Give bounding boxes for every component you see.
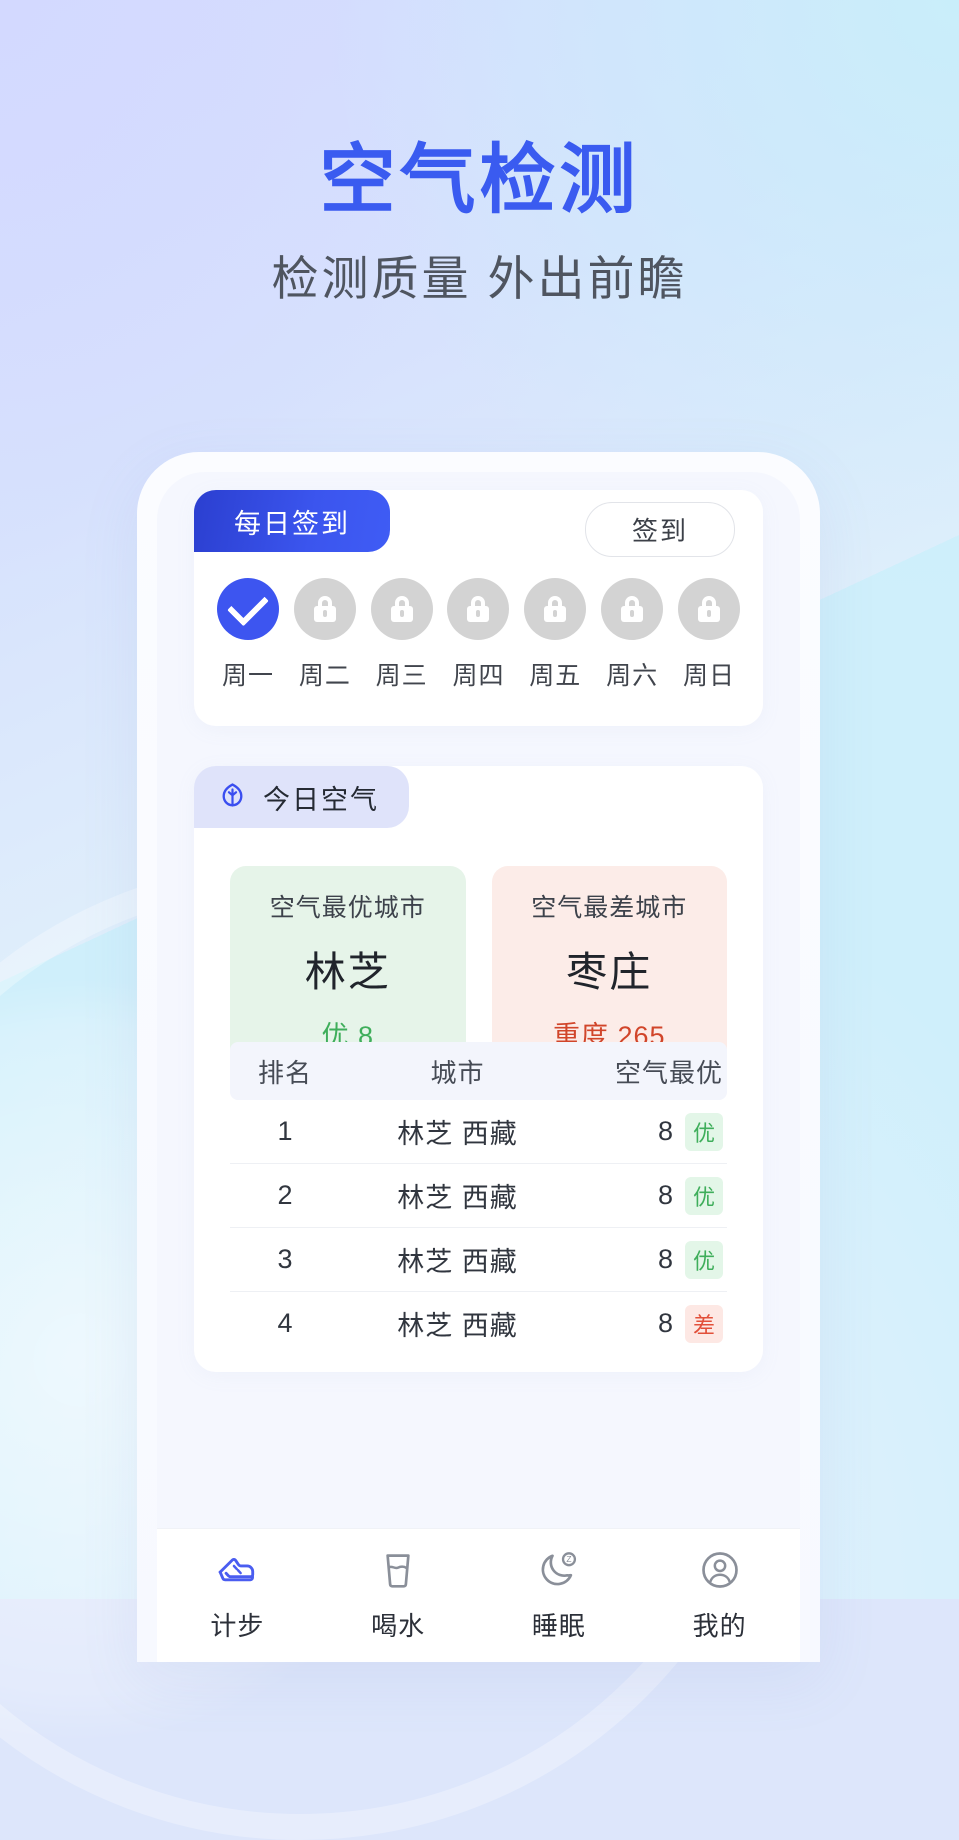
day-label: 周三 xyxy=(375,662,428,690)
row-aqi: 8 xyxy=(657,1308,673,1338)
lock-icon xyxy=(390,596,413,622)
sign-in-button[interactable]: 签到 xyxy=(585,502,735,557)
day-status-circle xyxy=(217,578,279,640)
bottom-navigation-bar: 计步 喝水 Z 睡眠 我的 xyxy=(157,1528,800,1662)
status-badge: 差 xyxy=(684,1304,723,1343)
page-title: 空气检测 xyxy=(319,138,640,223)
table-row[interactable]: 1 林芝 西藏 8 优 xyxy=(230,1100,727,1164)
nav-label: 喝水 xyxy=(371,1611,426,1641)
check-icon xyxy=(227,584,269,626)
checkin-day-monday[interactable]: 周一 xyxy=(216,578,280,692)
row-aqi: 8 xyxy=(657,1244,673,1274)
lock-icon xyxy=(313,596,336,622)
table-row[interactable]: 2 林芝 西藏 8 优 xyxy=(230,1164,727,1228)
day-label: 周日 xyxy=(682,662,735,690)
row-value: 8 差 xyxy=(575,1304,727,1343)
air-tab-header: 今日空气 xyxy=(194,766,409,828)
status-badge: 优 xyxy=(684,1240,723,1279)
lock-icon xyxy=(697,596,720,622)
phone-mockup: 每日签到 签到 周一 周二 周三 周四 周五 周六 周日 今日空气 空气最优城市… xyxy=(137,452,820,1662)
moon-sleep-icon: Z xyxy=(541,1552,576,1586)
leaf-icon xyxy=(222,782,243,807)
best-card-city: 林芝 xyxy=(304,949,391,995)
svg-text:Z: Z xyxy=(566,1554,571,1564)
lock-icon xyxy=(467,596,490,622)
checkin-day-thursday[interactable]: 周四 xyxy=(446,578,510,692)
user-profile-icon xyxy=(701,1552,738,1588)
page-subtitle: 检测质量 外出前瞻 xyxy=(271,252,688,305)
nav-label: 计步 xyxy=(210,1611,265,1641)
worst-card-title: 空气最差城市 xyxy=(531,894,688,922)
checkin-day-friday[interactable]: 周五 xyxy=(523,578,587,692)
day-status-circle xyxy=(677,578,740,640)
row-city: 林芝 西藏 xyxy=(397,1183,518,1213)
day-status-circle xyxy=(601,578,664,640)
day-status-circle xyxy=(524,578,587,640)
phone-screen: 每日签到 签到 周一 周二 周三 周四 周五 周六 周日 今日空气 空气最优城市… xyxy=(157,472,800,1662)
row-rank: 2 xyxy=(277,1180,293,1210)
air-ranking-table: 排名 城市 空气最优 1 林芝 西藏 8 优 2 林芝 西藏 8 优 3 林芝 … xyxy=(230,1042,727,1355)
status-badge: 优 xyxy=(684,1176,723,1215)
row-value: 8 优 xyxy=(575,1176,727,1215)
checkin-day-tuesday[interactable]: 周二 xyxy=(293,578,357,692)
row-value: 8 优 xyxy=(575,1240,727,1279)
checkin-day-saturday[interactable]: 周六 xyxy=(600,578,664,692)
row-value: 8 优 xyxy=(575,1112,727,1151)
today-air-card: 今日空气 空气最优城市 林芝 优 8 空气最差城市 枣庄 重度 265 排名 城… xyxy=(194,766,763,1372)
checkin-day-sunday[interactable]: 周日 xyxy=(677,578,741,692)
hero-section: 空气检测 检测质量 外出前瞻 xyxy=(0,138,959,305)
table-row[interactable]: 4 林芝 西藏 8 差 xyxy=(230,1292,727,1355)
worst-card-city: 枣庄 xyxy=(566,949,653,995)
header-rank: 排名 xyxy=(257,1057,312,1088)
row-rank: 1 xyxy=(277,1116,293,1146)
day-label: 周二 xyxy=(298,662,351,690)
nav-item-sleep[interactable]: Z 睡眠 xyxy=(479,1547,640,1643)
nav-label: 睡眠 xyxy=(531,1611,586,1641)
checkin-days-row: 周一 周二 周三 周四 周五 周六 周日 xyxy=(216,578,741,692)
day-label: 周五 xyxy=(529,662,582,690)
row-city: 林芝 西藏 xyxy=(397,1119,518,1149)
nav-item-steps[interactable]: 计步 xyxy=(157,1547,318,1643)
checkin-tab-label: 每日签到 xyxy=(194,490,390,552)
row-aqi: 8 xyxy=(657,1180,673,1210)
header-city: 城市 xyxy=(430,1057,485,1088)
day-status-circle xyxy=(370,578,433,640)
table-header-row: 排名 城市 空气最优 xyxy=(230,1042,727,1100)
water-glass-icon xyxy=(386,1554,410,1588)
nav-label: 我的 xyxy=(692,1611,747,1641)
nav-item-profile[interactable]: 我的 xyxy=(639,1547,800,1643)
day-status-circle xyxy=(293,578,356,640)
row-city: 林芝 西藏 xyxy=(397,1311,518,1341)
row-rank: 3 xyxy=(277,1244,293,1274)
lock-icon xyxy=(621,596,644,622)
nav-item-water[interactable]: 喝水 xyxy=(318,1547,479,1643)
status-badge: 优 xyxy=(684,1112,723,1151)
row-aqi: 8 xyxy=(657,1116,673,1146)
row-rank: 4 xyxy=(277,1308,293,1338)
checkin-day-wednesday[interactable]: 周三 xyxy=(370,578,434,692)
day-label: 周一 xyxy=(221,662,274,690)
lock-icon xyxy=(544,596,567,622)
header-value: 空气最优 xyxy=(614,1057,723,1088)
day-label: 周四 xyxy=(452,662,505,690)
day-label: 周六 xyxy=(606,662,659,690)
day-status-circle xyxy=(447,578,510,640)
table-row[interactable]: 3 林芝 西藏 8 优 xyxy=(230,1228,727,1292)
shoe-icon xyxy=(219,1557,255,1582)
best-card-title: 空气最优城市 xyxy=(269,894,426,922)
air-tab-label: 今日空气 xyxy=(263,784,379,815)
daily-checkin-card: 每日签到 签到 周一 周二 周三 周四 周五 周六 周日 xyxy=(194,490,763,726)
row-city: 林芝 西藏 xyxy=(397,1247,518,1277)
